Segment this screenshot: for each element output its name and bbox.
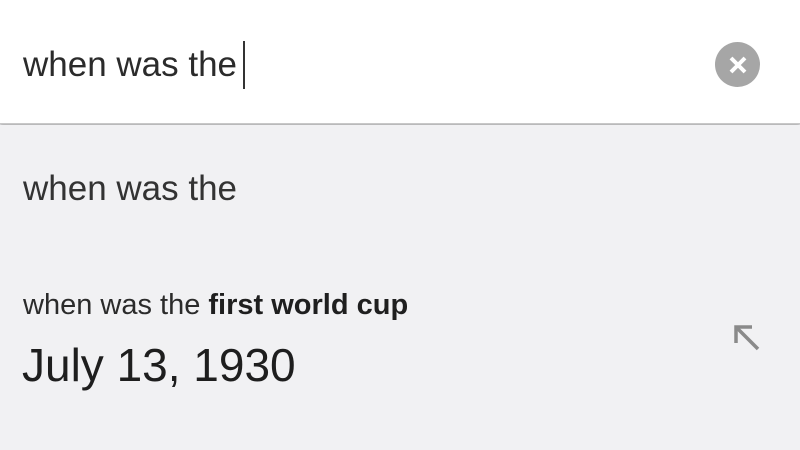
arrow-up-left-icon[interactable] xyxy=(730,321,762,353)
search-query-text: when was the xyxy=(23,45,238,84)
answer-value: July 13, 1930 xyxy=(22,339,296,391)
search-input[interactable]: when was the xyxy=(23,40,246,90)
answer-query: when was the first world cup xyxy=(23,285,408,325)
answer-query-prefix: when was the xyxy=(23,289,209,321)
clear-button[interactable] xyxy=(715,42,760,87)
suggestion-text: when was the xyxy=(23,169,238,208)
search-bar: when was the xyxy=(0,0,800,124)
close-icon xyxy=(729,56,746,73)
text-cursor xyxy=(243,41,246,89)
suggestion-item[interactable]: when was the xyxy=(23,167,237,211)
answer-suggestion-item[interactable]: when was the first world cup July 13, 19… xyxy=(0,275,800,405)
answer-query-completion: first world cup xyxy=(208,289,409,321)
suggestion-list: when was the when was the first world cu… xyxy=(0,125,800,450)
